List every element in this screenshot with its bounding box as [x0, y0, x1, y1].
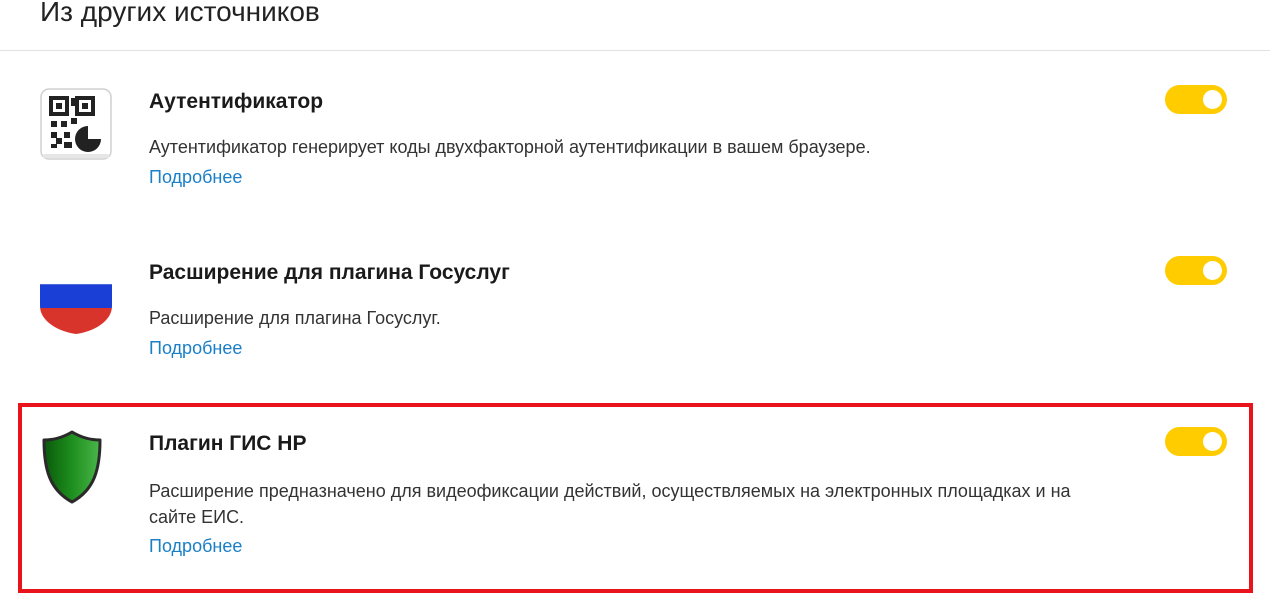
green-shield-icon — [40, 430, 104, 504]
enable-toggle[interactable] — [1165, 85, 1227, 114]
extension-description: Расширение для плагина Госуслуг. — [149, 308, 441, 328]
section-divider — [0, 50, 1270, 51]
toggle-knob — [1203, 90, 1222, 109]
enable-toggle[interactable] — [1165, 427, 1227, 456]
toggle-knob — [1203, 261, 1222, 280]
more-link[interactable]: Подробнее — [149, 335, 242, 361]
qr-code-icon — [40, 88, 112, 160]
extension-description: Аутентификатор генерирует коды двухфакто… — [149, 137, 871, 157]
section-title: Из других источников — [40, 0, 320, 27]
extensions-page: Из других источников Аутентификатор Ауте… — [0, 0, 1270, 596]
extension-name: Аутентификатор — [149, 90, 324, 113]
toggle-knob — [1203, 432, 1222, 451]
more-link[interactable]: Подробнее — [149, 164, 242, 190]
extension-description: Расширение предназначено для видеофиксац… — [149, 481, 1071, 527]
extension-name: Расширение для плагина Госуслуг — [149, 261, 510, 284]
enable-toggle[interactable] — [1165, 256, 1227, 285]
more-link[interactable]: Подробнее — [149, 533, 242, 559]
extension-name: Плагин ГИС НР — [149, 432, 307, 455]
russian-flag-shield-icon — [40, 258, 112, 334]
